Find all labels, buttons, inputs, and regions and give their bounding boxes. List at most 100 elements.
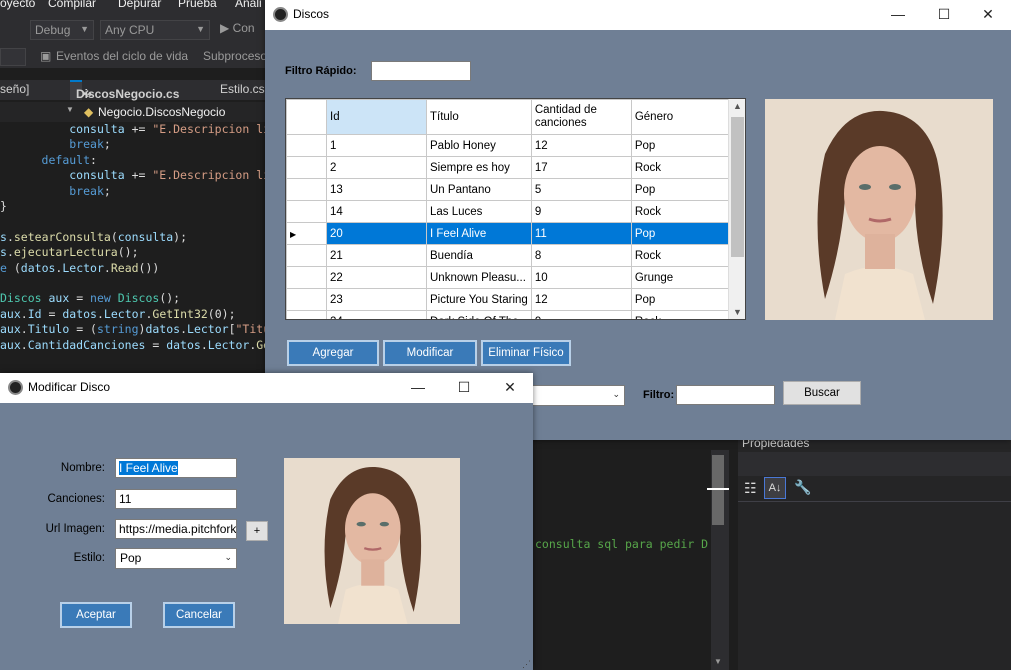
- cell-genero[interactable]: Pop: [630, 222, 732, 245]
- estilo-select[interactable]: Pop ⌄: [115, 548, 237, 569]
- filtro-input[interactable]: [676, 385, 775, 405]
- cell-id[interactable]: 2: [326, 156, 427, 179]
- categorized-icon[interactable]: ☷: [744, 480, 757, 497]
- cell-genero[interactable]: Pop: [630, 134, 732, 157]
- menu-item-prueba[interactable]: Prueba: [178, 0, 217, 10]
- agregar-button[interactable]: Agregar: [287, 340, 379, 366]
- filtro-rapido-input[interactable]: [371, 61, 471, 81]
- alphabetical-icon[interactable]: A↓: [764, 477, 786, 499]
- cell-canciones[interactable]: 10: [530, 266, 632, 289]
- cell-titulo[interactable]: I Feel Alive: [426, 222, 532, 245]
- canciones-input[interactable]: 11: [115, 489, 237, 509]
- row-header[interactable]: [286, 244, 327, 267]
- tab-discosnegocio[interactable]: DiscosNegocio.cs ⊸ ✕: [70, 80, 179, 101]
- cell-genero[interactable]: Pop: [630, 288, 732, 311]
- close-button[interactable]: ✕: [487, 373, 533, 403]
- grid-scrollbar-thumb[interactable]: [731, 117, 744, 257]
- cell-genero[interactable]: Rock: [630, 310, 732, 319]
- table-row[interactable]: 1 Pablo Honey 12 Pop: [286, 134, 732, 157]
- column-header-canciones[interactable]: Cantidad de canciones: [530, 99, 632, 135]
- grid-scrollbar[interactable]: ▲ ▼: [728, 99, 745, 319]
- tab-estilo[interactable]: Estilo.cs: [220, 82, 265, 96]
- buscar-button[interactable]: Buscar: [783, 381, 861, 405]
- chevron-down-icon[interactable]: ▼: [714, 657, 722, 666]
- cell-canciones[interactable]: 9: [530, 310, 632, 319]
- modificar-button[interactable]: Modificar: [383, 340, 477, 366]
- menu-item-compilar[interactable]: Compilar: [48, 0, 96, 10]
- breadcrumb-class[interactable]: Negocio.DiscosNegocio: [98, 105, 225, 119]
- column-header-genero[interactable]: Género: [630, 99, 732, 135]
- close-icon[interactable]: ✕: [80, 84, 90, 104]
- code-editor-lower[interactable]: consulta sql para pedir D: [533, 440, 738, 670]
- process-combo[interactable]: [0, 48, 26, 66]
- row-header[interactable]: [286, 200, 327, 223]
- cell-id[interactable]: 21: [326, 244, 427, 267]
- cell-titulo[interactable]: Picture You Staring: [426, 288, 532, 311]
- url-imagen-input[interactable]: https://media.pitchfork.c: [115, 519, 237, 539]
- cell-genero[interactable]: Rock: [630, 244, 732, 267]
- lifecycle-events-label[interactable]: Eventos del ciclo de vida: [56, 49, 188, 63]
- row-header[interactable]: [286, 266, 327, 289]
- column-header-titulo[interactable]: Título: [426, 99, 532, 135]
- row-header[interactable]: [286, 156, 327, 179]
- discos-grid[interactable]: Id Título Cantidad de canciones Género 1…: [285, 98, 746, 320]
- table-row[interactable]: 13 Un Pantano 5 Pop: [286, 178, 732, 201]
- cell-id[interactable]: 23: [326, 288, 427, 311]
- row-header[interactable]: [286, 310, 327, 319]
- cell-id[interactable]: 14: [326, 200, 427, 223]
- add-url-button[interactable]: +: [246, 521, 268, 541]
- cell-canciones[interactable]: 11: [530, 222, 632, 245]
- wrench-icon[interactable]: 🔧: [794, 479, 811, 496]
- menu-item-proyecto[interactable]: oyecto: [0, 0, 35, 10]
- minimize-button[interactable]: —: [875, 0, 921, 30]
- cell-genero[interactable]: Rock: [630, 200, 732, 223]
- nombre-input[interactable]: I Feel Alive: [115, 458, 237, 478]
- code-editor[interactable]: consulta += "E.Descripcion lik break; de…: [0, 122, 277, 372]
- maximize-button[interactable]: ☐: [921, 0, 967, 30]
- chevron-down-icon[interactable]: ▼: [66, 105, 74, 114]
- cell-canciones[interactable]: 9: [530, 200, 632, 223]
- start-button[interactable]: ▶ Con: [220, 21, 255, 35]
- cell-titulo[interactable]: Buendía: [426, 244, 532, 267]
- cell-id[interactable]: 20: [326, 222, 427, 245]
- editor-scrollbar[interactable]: ▼: [707, 450, 729, 670]
- minimize-button[interactable]: —: [395, 373, 441, 403]
- cell-canciones[interactable]: 17: [530, 156, 632, 179]
- maximize-button[interactable]: ☐: [441, 373, 487, 403]
- table-row[interactable]: 14 Las Luces 9 Rock: [286, 200, 732, 223]
- row-header[interactable]: [286, 288, 327, 311]
- cell-canciones[interactable]: 12: [530, 134, 632, 157]
- cell-id[interactable]: 13: [326, 178, 427, 201]
- config-combo[interactable]: Debug ▼: [30, 20, 94, 40]
- cell-id[interactable]: 22: [326, 266, 427, 289]
- cell-id[interactable]: 1: [326, 134, 427, 157]
- cancelar-button[interactable]: Cancelar: [163, 602, 235, 628]
- menu-item-depurar[interactable]: Depurar: [118, 0, 161, 10]
- table-row[interactable]: 2 Siempre es hoy 17 Rock: [286, 156, 732, 179]
- grid-corner[interactable]: [286, 99, 327, 135]
- aceptar-button[interactable]: Aceptar: [60, 602, 132, 628]
- row-header[interactable]: [286, 134, 327, 157]
- chevron-up-icon[interactable]: ▲: [729, 101, 745, 111]
- row-header[interactable]: [286, 178, 327, 201]
- row-header[interactable]: ▶: [286, 222, 327, 245]
- cell-id[interactable]: 24: [326, 310, 427, 319]
- cell-titulo[interactable]: Las Luces: [426, 200, 532, 223]
- column-header-id[interactable]: Id: [326, 99, 427, 135]
- cell-canciones[interactable]: 12: [530, 288, 632, 311]
- resize-grip-icon[interactable]: ⋰: [522, 659, 531, 670]
- cell-genero[interactable]: Grunge: [630, 266, 732, 289]
- cell-titulo[interactable]: Unknown Pleasu...: [426, 266, 532, 289]
- menu-item-analizar[interactable]: Análi: [235, 0, 262, 10]
- cell-genero[interactable]: Rock: [630, 156, 732, 179]
- eliminar-fisico-button[interactable]: Eliminar Físico: [481, 340, 571, 366]
- close-button[interactable]: ✕: [965, 0, 1011, 30]
- thread-label[interactable]: Subproceso: [203, 49, 267, 63]
- tab-designer[interactable]: seño]: [0, 82, 29, 96]
- cell-titulo[interactable]: Siempre es hoy: [426, 156, 532, 179]
- cell-canciones[interactable]: 8: [530, 244, 632, 267]
- cell-titulo[interactable]: Pablo Honey: [426, 134, 532, 157]
- chevron-down-icon[interactable]: ▼: [729, 307, 745, 317]
- table-row[interactable]: 23 Picture You Staring 12 Pop: [286, 288, 732, 311]
- criterio-combo[interactable]: ⌄: [530, 385, 625, 406]
